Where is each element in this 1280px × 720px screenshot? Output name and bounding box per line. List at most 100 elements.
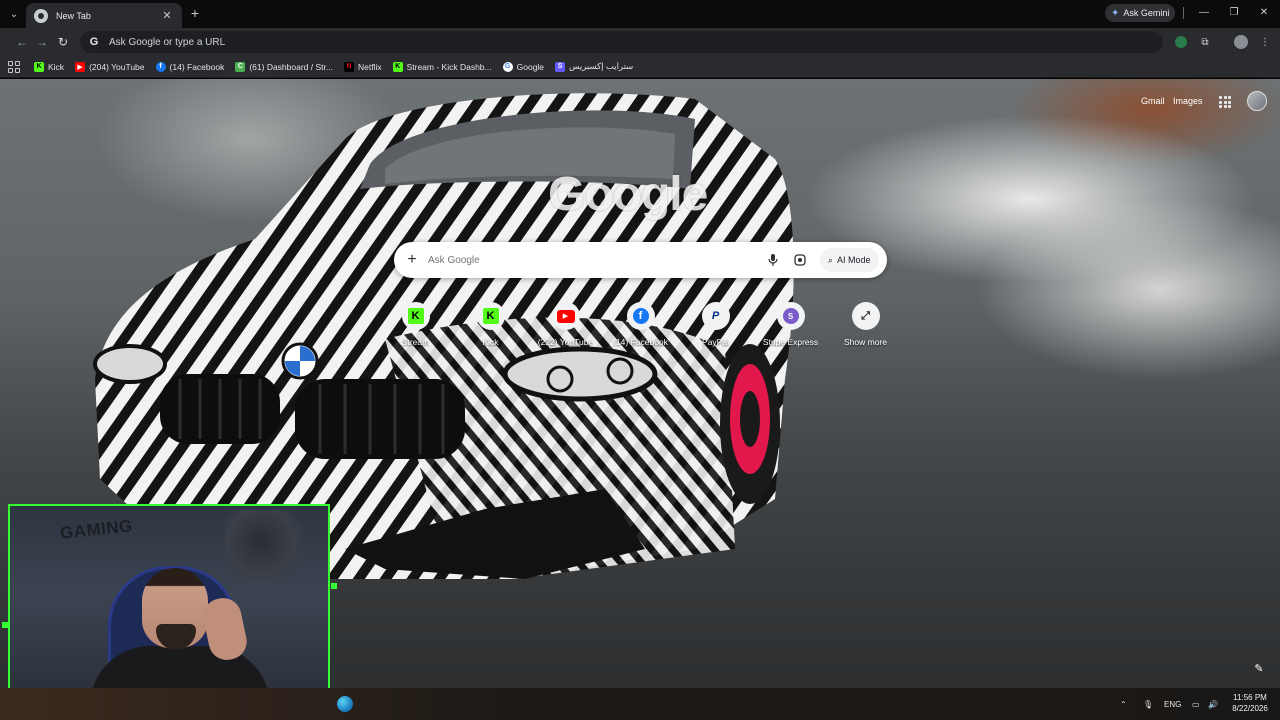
close-window-icon[interactable]: ✕	[1251, 4, 1277, 22]
shortcut-youtube[interactable]: ▶ (222) YouTube	[528, 302, 603, 347]
tab-strip: ⌄ New Tab ✕ + ✦ Ask Gemini — ❐ ✕	[0, 0, 1280, 28]
ask-gemini-label: Ask Gemini	[1123, 8, 1170, 18]
bookmark-label: (204) YouTube	[89, 61, 145, 72]
facebook-icon: f	[155, 61, 166, 72]
system-clock[interactable]: 11:56 PM 8/22/2026	[1224, 692, 1276, 714]
expand-icon: ⤢	[861, 309, 870, 322]
restore-icon[interactable]: ❐	[1221, 4, 1247, 22]
customize-pencil-icon[interactable]: ✎	[1250, 659, 1268, 677]
omnibox[interactable]: G Ask Google or type a URL	[80, 31, 1163, 53]
dashboard-icon: C	[235, 61, 246, 72]
google-lens-icon[interactable]	[792, 252, 808, 268]
windows-taskbar: ⌃ 🎙 ENG ▭ 🔊 11:56 PM 8/22/2026	[0, 688, 1280, 720]
bookmark-kick[interactable]: K Kick	[34, 61, 65, 72]
volume-icon[interactable]: 🔊	[1208, 688, 1218, 720]
ai-mode-label: AI Mode	[837, 255, 871, 265]
youtube-icon: ▶	[556, 309, 575, 323]
edge-browser-icon[interactable]	[337, 696, 353, 712]
shortcut-label: PayPal	[702, 337, 729, 347]
ai-mode-button[interactable]: ⌕ AI Mode	[820, 248, 879, 272]
bookmark-dashboard[interactable]: C (61) Dashboard / Str...	[235, 61, 333, 72]
shortcut-paypal[interactable]: P PayPal	[678, 302, 753, 347]
language-indicator[interactable]: ENG	[1164, 688, 1181, 720]
shortcut-kick[interactable]: K Kick	[453, 302, 528, 347]
bookmarks-bar: K Kick ▶ (204) YouTube f (14) Facebook C…	[0, 56, 1280, 78]
microphone-tray-icon[interactable]: 🎙	[1143, 688, 1153, 720]
bookmark-netflix[interactable]: N Netflix	[343, 61, 382, 72]
google-apps-icon[interactable]	[1219, 96, 1231, 108]
kick-icon: K	[482, 308, 499, 324]
bookmark-label: Google	[516, 61, 545, 72]
kick-icon: K	[34, 61, 44, 72]
clock-time: 11:56 PM	[1233, 693, 1267, 702]
new-tab-button[interactable]: +	[187, 5, 203, 21]
bookmark-label: (61) Dashboard / Str...	[249, 61, 333, 72]
menu-kebab-icon[interactable]: ⋮	[1258, 35, 1272, 49]
stripe-icon: S	[555, 61, 566, 72]
shortcut-stream[interactable]: K Stream	[378, 302, 453, 347]
shortcut-label: Show more	[844, 337, 887, 347]
kick-icon: K	[392, 61, 403, 72]
ask-gemini-button[interactable]: ✦ Ask Gemini	[1105, 4, 1175, 22]
back-arrow-icon[interactable]: ←	[14, 34, 30, 50]
shortcut-label: Stripe Express	[762, 337, 819, 347]
shortcut-label: (14) Facebook	[613, 337, 668, 347]
forward-arrow-icon[interactable]: →	[34, 34, 50, 50]
bookmark-label: Kick	[48, 61, 65, 72]
ntp-search-input[interactable]	[428, 254, 758, 266]
bookmark-stripe-express[interactable]: S سترايب إكسبريس	[555, 61, 633, 72]
google-logo: Google	[548, 168, 708, 221]
selection-handle[interactable]	[331, 583, 337, 589]
youtube-icon: ▶	[75, 61, 86, 72]
shortcut-label: (222) YouTube	[537, 337, 594, 347]
wall-poster-image	[225, 510, 315, 580]
divider	[1183, 7, 1184, 19]
webcam-overlay: GAMING	[8, 504, 330, 706]
tab-new-tab[interactable]: New Tab ✕	[26, 3, 182, 28]
extension-green-icon[interactable]	[1174, 35, 1188, 49]
browser-toolbar: ← → ↻ G Ask Google or type a URL ⧉ ⋮	[0, 28, 1280, 56]
facebook-icon: f	[632, 308, 649, 324]
extensions-puzzle-icon[interactable]: ⧉	[1198, 35, 1212, 49]
shortcut-label: Stream	[401, 337, 430, 347]
tab-search-chevron-icon[interactable]: ⌄	[4, 4, 24, 24]
tray-chevron-icon[interactable]: ⌃	[1120, 688, 1127, 720]
shortcuts-grid: K Stream K Kick ▶ (222) YouTube f (14) F…	[378, 302, 903, 347]
minimize-icon[interactable]: —	[1191, 4, 1217, 22]
bookmark-google[interactable]: G Google	[502, 61, 545, 72]
paypal-icon: P	[711, 310, 720, 322]
gmail-link[interactable]: Gmail	[1141, 96, 1165, 106]
ntp-search-box[interactable]: + ⌕ AI Mode	[394, 242, 887, 278]
gemini-spark-icon: ✦	[1111, 7, 1120, 19]
omnibox-placeholder: Ask Google or type a URL	[109, 36, 226, 48]
chrome-icon	[34, 8, 48, 23]
profile-avatar-icon[interactable]	[1234, 35, 1248, 49]
account-avatar[interactable]	[1247, 91, 1267, 111]
shortcut-facebook[interactable]: f (14) Facebook	[603, 302, 678, 347]
netflix-icon: N	[343, 61, 354, 72]
selection-handle[interactable]	[2, 622, 8, 628]
shortcut-label: Kick	[482, 337, 499, 347]
bookmark-label: (14) Facebook	[169, 61, 225, 72]
bookmark-youtube[interactable]: ▶ (204) YouTube	[75, 61, 145, 72]
shortcut-stripe-express[interactable]: S Stripe Express	[753, 302, 828, 347]
tab-title: New Tab	[56, 10, 91, 21]
webcam-wall-text: GAMING	[59, 516, 134, 543]
bookmark-facebook[interactable]: f (14) Facebook	[155, 61, 225, 72]
google-icon: G	[89, 36, 99, 48]
bookmark-label: Netflix	[357, 61, 382, 72]
network-icon[interactable]: ▭	[1192, 688, 1200, 720]
add-plus-icon[interactable]: +	[404, 251, 420, 269]
bookmark-label: Stream - Kick Dashb...	[406, 61, 492, 72]
shortcut-show-more[interactable]: ⤢ Show more	[828, 302, 903, 347]
apps-grid-icon[interactable]	[8, 60, 20, 73]
clock-date: 8/22/2026	[1232, 704, 1268, 713]
tab-close-icon[interactable]: ✕	[160, 9, 174, 22]
microphone-icon[interactable]	[765, 252, 781, 268]
reload-icon[interactable]: ↻	[55, 34, 71, 50]
stripe-icon: S	[782, 308, 799, 324]
images-link[interactable]: Images	[1173, 96, 1203, 106]
bookmark-stream-kick[interactable]: K Stream - Kick Dashb...	[392, 61, 492, 72]
kick-icon: K	[407, 308, 424, 324]
bookmark-label: سترايب إكسبريس	[569, 61, 634, 71]
